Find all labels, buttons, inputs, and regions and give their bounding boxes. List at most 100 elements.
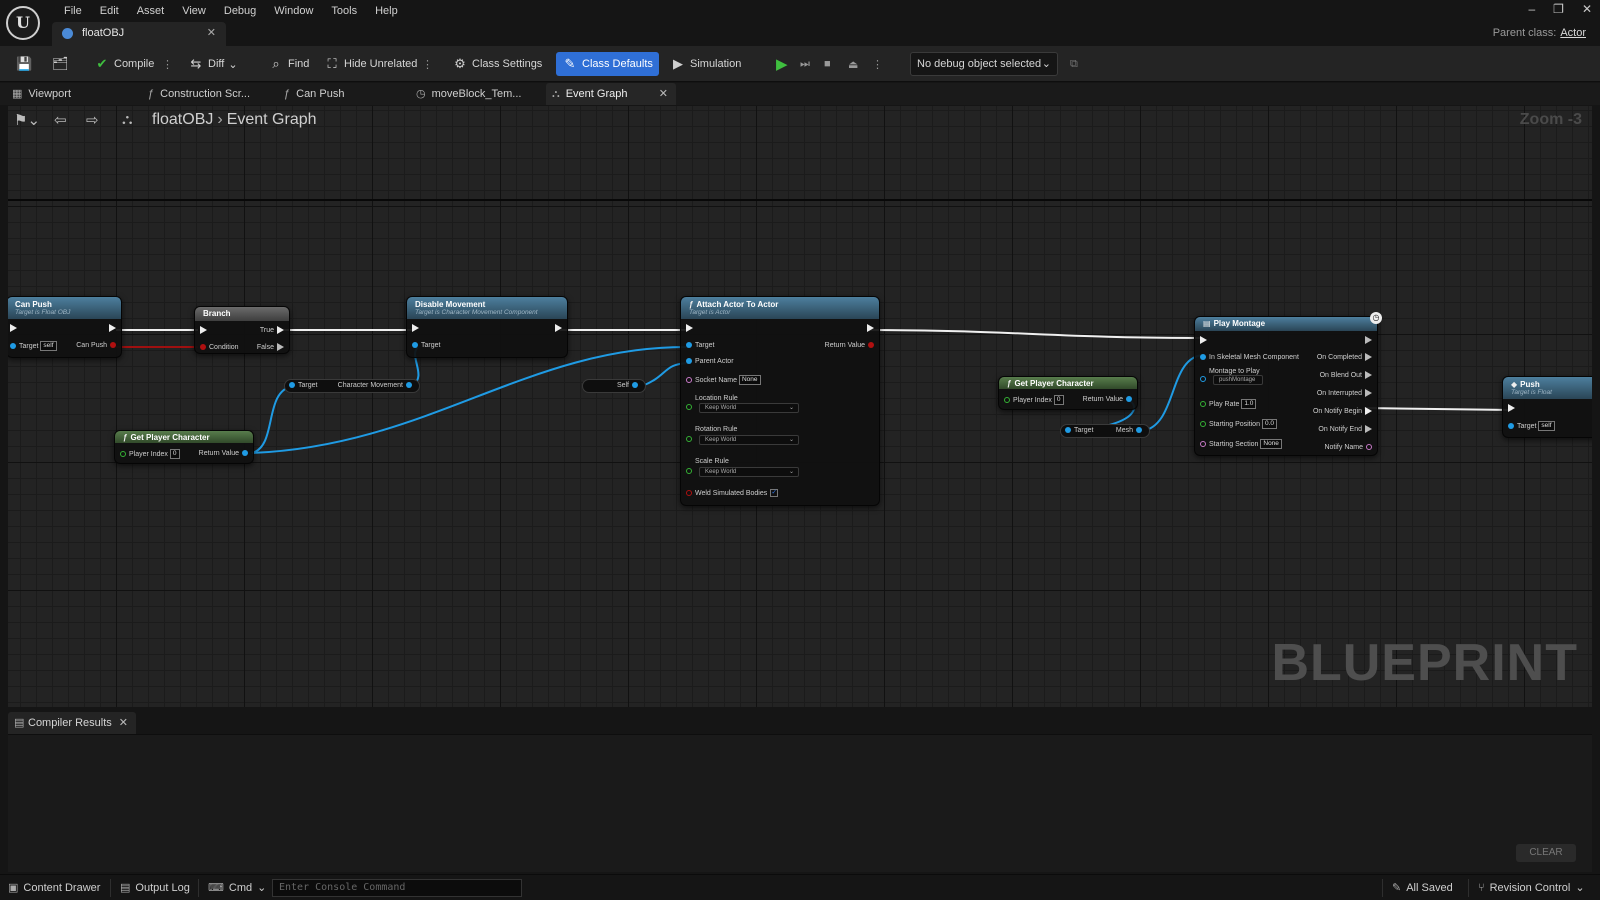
- montage-select[interactable]: pushMontage: [1213, 375, 1263, 385]
- exec-out-pin[interactable]: [552, 324, 565, 333]
- scale-rule-select[interactable]: Keep World ⌄: [699, 467, 799, 477]
- on-interrupted-pin[interactable]: On Interrupted: [1317, 389, 1375, 398]
- node-play-montage[interactable]: ▤ Play Montage ◷ In Skeletal Mesh Compone…: [1194, 312, 1382, 456]
- asset-tab[interactable]: floatOBJ ✕: [52, 22, 226, 46]
- node-get-player-character-2[interactable]: ƒ Get Player Character Player Index 0 Ret…: [998, 376, 1138, 410]
- node-get-player-character[interactable]: ƒ Get Player Character Player Index 0 Ret…: [114, 430, 254, 464]
- play-button[interactable]: ▶: [770, 52, 794, 76]
- tab-viewport[interactable]: ▦ Viewport: [6, 83, 136, 105]
- on-notify-end-pin[interactable]: On Notify End: [1318, 425, 1375, 434]
- compile-options-button[interactable]: ⋮: [160, 52, 175, 76]
- close-window-button[interactable]: ✕: [1582, 2, 1592, 16]
- node-can-push[interactable]: Can Push Target is Float OBJ Target self …: [8, 296, 122, 358]
- rotation-rule-select[interactable]: Keep World ⌄: [699, 435, 799, 445]
- target-pin[interactable]: Target: [683, 341, 714, 350]
- clear-button[interactable]: CLEAR: [1516, 844, 1576, 862]
- exec-in-pin[interactable]: [409, 324, 422, 333]
- exec-out-pin[interactable]: [1362, 336, 1375, 345]
- tab-construction-script[interactable]: ƒ Construction Scr...: [142, 83, 272, 105]
- exec-in-pin[interactable]: [683, 324, 696, 333]
- minimize-button[interactable]: –: [1528, 2, 1535, 16]
- exec-out-pin[interactable]: [106, 324, 119, 333]
- false-pin[interactable]: False: [257, 343, 287, 352]
- parent-class-link[interactable]: Actor: [1560, 27, 1586, 39]
- menu-asset[interactable]: Asset: [128, 2, 174, 20]
- on-notify-begin-pin[interactable]: On Notify Begin: [1313, 407, 1375, 416]
- starting-section-pin[interactable]: Starting Section None: [1197, 439, 1282, 449]
- notify-name-pin[interactable]: Notify Name: [1324, 443, 1375, 452]
- step-button[interactable]: ⏭: [794, 52, 816, 76]
- hide-unrelated-button[interactable]: ⛶ Hide Unrelated: [318, 52, 423, 76]
- exec-in-pin[interactable]: [8, 324, 20, 333]
- find-button[interactable]: ⌕ Find: [262, 52, 315, 76]
- close-icon[interactable]: ✕: [659, 83, 668, 105]
- player-index-value[interactable]: 0: [169, 449, 180, 459]
- event-graph-canvas[interactable]: ⚑⌄ ⇦ ⇨ ⛬ floatOBJ › Event Graph Zoom -3 Ca…: [8, 106, 1592, 707]
- node-character-movement[interactable]: Target Character Movement: [284, 379, 420, 393]
- node-mesh[interactable]: Target Mesh: [1060, 424, 1150, 438]
- player-index-pin[interactable]: Player Index 0: [117, 449, 180, 459]
- node-push[interactable]: ◆ Push Target is Float Target self: [1502, 376, 1592, 438]
- true-pin[interactable]: True: [260, 326, 287, 335]
- revision-control-button[interactable]: ⑂ Revision Control ⌄: [1478, 875, 1585, 900]
- rotation-rule-pin[interactable]: [683, 435, 695, 444]
- target-value[interactable]: self: [40, 341, 57, 351]
- node-branch[interactable]: Branch True Condition False: [194, 306, 290, 354]
- parent-actor-pin[interactable]: Parent Actor: [683, 357, 734, 366]
- target-pin[interactable]: Target self: [1505, 421, 1555, 431]
- condition-pin[interactable]: Condition: [197, 343, 239, 352]
- location-rule-pin[interactable]: [683, 403, 695, 412]
- node-attach-actor[interactable]: ƒ Attach Actor To Actor Target is Actor Ta…: [680, 296, 880, 506]
- debug-object-select[interactable]: No debug object selected ⌄: [910, 52, 1058, 76]
- menu-tools[interactable]: Tools: [322, 2, 366, 20]
- content-drawer-button[interactable]: ▣ Content Drawer: [8, 875, 100, 900]
- exec-in-pin[interactable]: [197, 326, 210, 335]
- socket-name-pin[interactable]: Socket Name None: [683, 375, 761, 385]
- play-rate-value[interactable]: 1.0: [1241, 399, 1257, 409]
- save-button[interactable]: 💾: [10, 52, 42, 76]
- restore-button[interactable]: ❐: [1553, 2, 1564, 16]
- tab-event-graph[interactable]: ⛬ Event Graph ✕: [546, 83, 676, 105]
- exec-in-pin[interactable]: [1505, 404, 1518, 413]
- cmd-select[interactable]: ⌨ Cmd ⌄: [208, 875, 266, 900]
- starting-position-pin[interactable]: Starting Position 0.0: [1197, 419, 1277, 429]
- tab-can-push[interactable]: ƒ Can Push: [278, 83, 408, 105]
- class-defaults-button[interactable]: ✎ Class Defaults: [556, 52, 659, 76]
- close-icon[interactable]: ✕: [119, 712, 128, 734]
- node-disable-movement[interactable]: Disable Movement Target is Character Move…: [406, 296, 568, 358]
- target-pin[interactable]: Target self: [8, 341, 57, 351]
- tab-move-block[interactable]: ◷ moveBlock_Tem...: [410, 83, 540, 105]
- node-self[interactable]: Self: [582, 379, 646, 393]
- menu-debug[interactable]: Debug: [215, 2, 265, 20]
- eject-button[interactable]: ⏏: [842, 52, 864, 76]
- exec-out-pin[interactable]: [864, 324, 877, 333]
- simulation-button[interactable]: ▶ Simulation: [664, 52, 747, 76]
- diff-button[interactable]: ⇆ Diff ⌄: [182, 52, 244, 76]
- return-value-pin[interactable]: Return Value: [1083, 395, 1135, 404]
- play-options-button[interactable]: ⋮: [870, 52, 885, 76]
- can-push-out-pin[interactable]: Can Push: [76, 341, 119, 350]
- menu-view[interactable]: View: [173, 2, 215, 20]
- weld-simulated-pin[interactable]: Weld Simulated Bodies ✓: [683, 489, 779, 498]
- browse-button[interactable]: 🗂: [46, 52, 78, 76]
- socket-name-value[interactable]: None: [738, 375, 761, 385]
- menu-help[interactable]: Help: [366, 2, 407, 20]
- class-settings-button[interactable]: ⚙ Class Settings: [446, 52, 548, 76]
- debug-filter-button[interactable]: ⧉: [1064, 52, 1084, 76]
- montage-pin[interactable]: [1197, 375, 1209, 384]
- menu-edit[interactable]: Edit: [91, 2, 128, 20]
- close-icon[interactable]: ✕: [207, 26, 216, 39]
- player-index-pin[interactable]: Player Index 0: [1001, 395, 1064, 405]
- return-value-pin[interactable]: Return Value: [825, 341, 877, 350]
- exec-in-pin[interactable]: [1197, 336, 1210, 345]
- on-blend-out-pin[interactable]: On Blend Out: [1320, 371, 1375, 380]
- starting-section-value[interactable]: None: [1260, 439, 1282, 449]
- stop-button[interactable]: ■: [818, 52, 837, 76]
- hide-unrelated-options-button[interactable]: ⋮: [420, 52, 435, 76]
- target-value[interactable]: self: [1538, 421, 1555, 431]
- all-saved-button[interactable]: ✎ All Saved: [1392, 875, 1453, 900]
- on-completed-pin[interactable]: On Completed: [1317, 353, 1375, 362]
- menu-window[interactable]: Window: [265, 2, 322, 20]
- menu-file[interactable]: File: [55, 2, 91, 20]
- return-value-pin[interactable]: Return Value: [199, 449, 251, 458]
